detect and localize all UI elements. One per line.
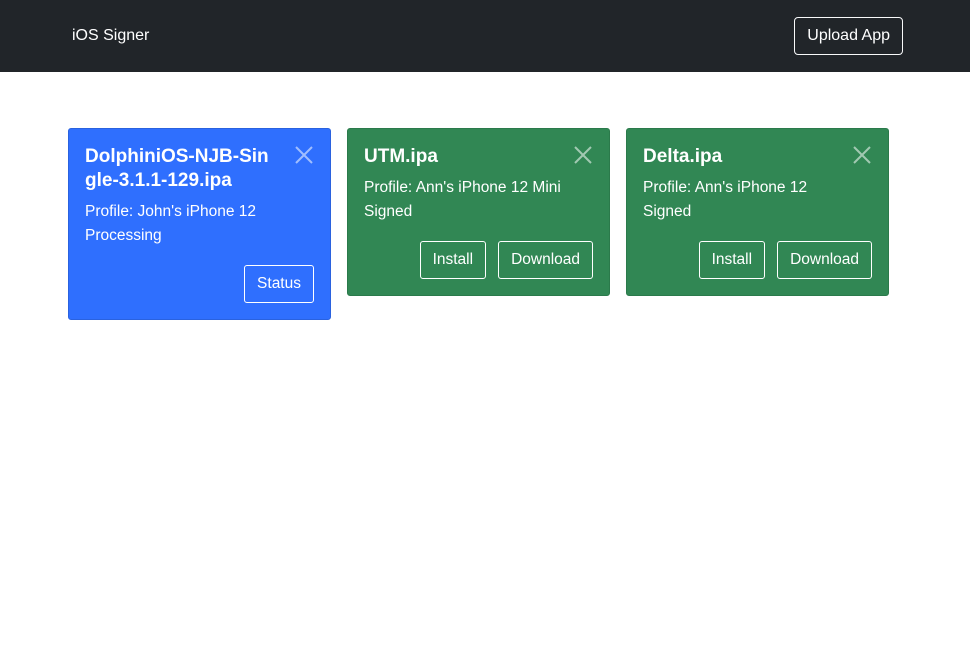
card-profile: Profile: Ann's iPhone 12 Mini bbox=[364, 179, 561, 196]
card-status: Processing bbox=[85, 227, 162, 244]
job-card-signed: UTM.ipa Profile: Ann's iPhone 12 Mini Si… bbox=[347, 128, 610, 296]
job-card-signed: Delta.ipa Profile: Ann's iPhone 12 Signe… bbox=[626, 128, 889, 296]
close-icon[interactable] bbox=[852, 145, 872, 165]
card-status: Signed bbox=[364, 203, 413, 220]
navbar: iOS Signer Upload App bbox=[0, 0, 970, 72]
card-actions: Install Download bbox=[698, 241, 872, 279]
close-icon[interactable] bbox=[294, 145, 314, 165]
download-button[interactable]: Download bbox=[498, 241, 593, 279]
card-profile: Profile: John's iPhone 12 bbox=[85, 203, 256, 220]
card-profile: Profile: Ann's iPhone 12 bbox=[643, 179, 808, 196]
card-actions: Install Download bbox=[419, 241, 593, 279]
navbar-brand[interactable]: iOS Signer bbox=[72, 27, 149, 45]
status-button[interactable]: Status bbox=[244, 265, 314, 303]
install-button[interactable]: Install bbox=[419, 241, 487, 279]
upload-app-button[interactable]: Upload App bbox=[794, 17, 903, 55]
card-status: Signed bbox=[643, 203, 692, 220]
close-icon[interactable] bbox=[573, 145, 593, 165]
install-button[interactable]: Install bbox=[698, 241, 766, 279]
card-actions: Status bbox=[244, 265, 314, 303]
download-button[interactable]: Download bbox=[777, 241, 872, 279]
job-card-processing: DolphiniOS-NJB-Single-3.1.1-129.ipa Prof… bbox=[68, 128, 331, 320]
job-cards: DolphiniOS-NJB-Single-3.1.1-129.ipa Prof… bbox=[0, 72, 970, 645]
card-title: UTM.ipa bbox=[364, 146, 438, 167]
card-title: Delta.ipa bbox=[643, 146, 723, 167]
card-title: DolphiniOS-NJB-Single-3.1.1-129.ipa bbox=[85, 146, 269, 191]
